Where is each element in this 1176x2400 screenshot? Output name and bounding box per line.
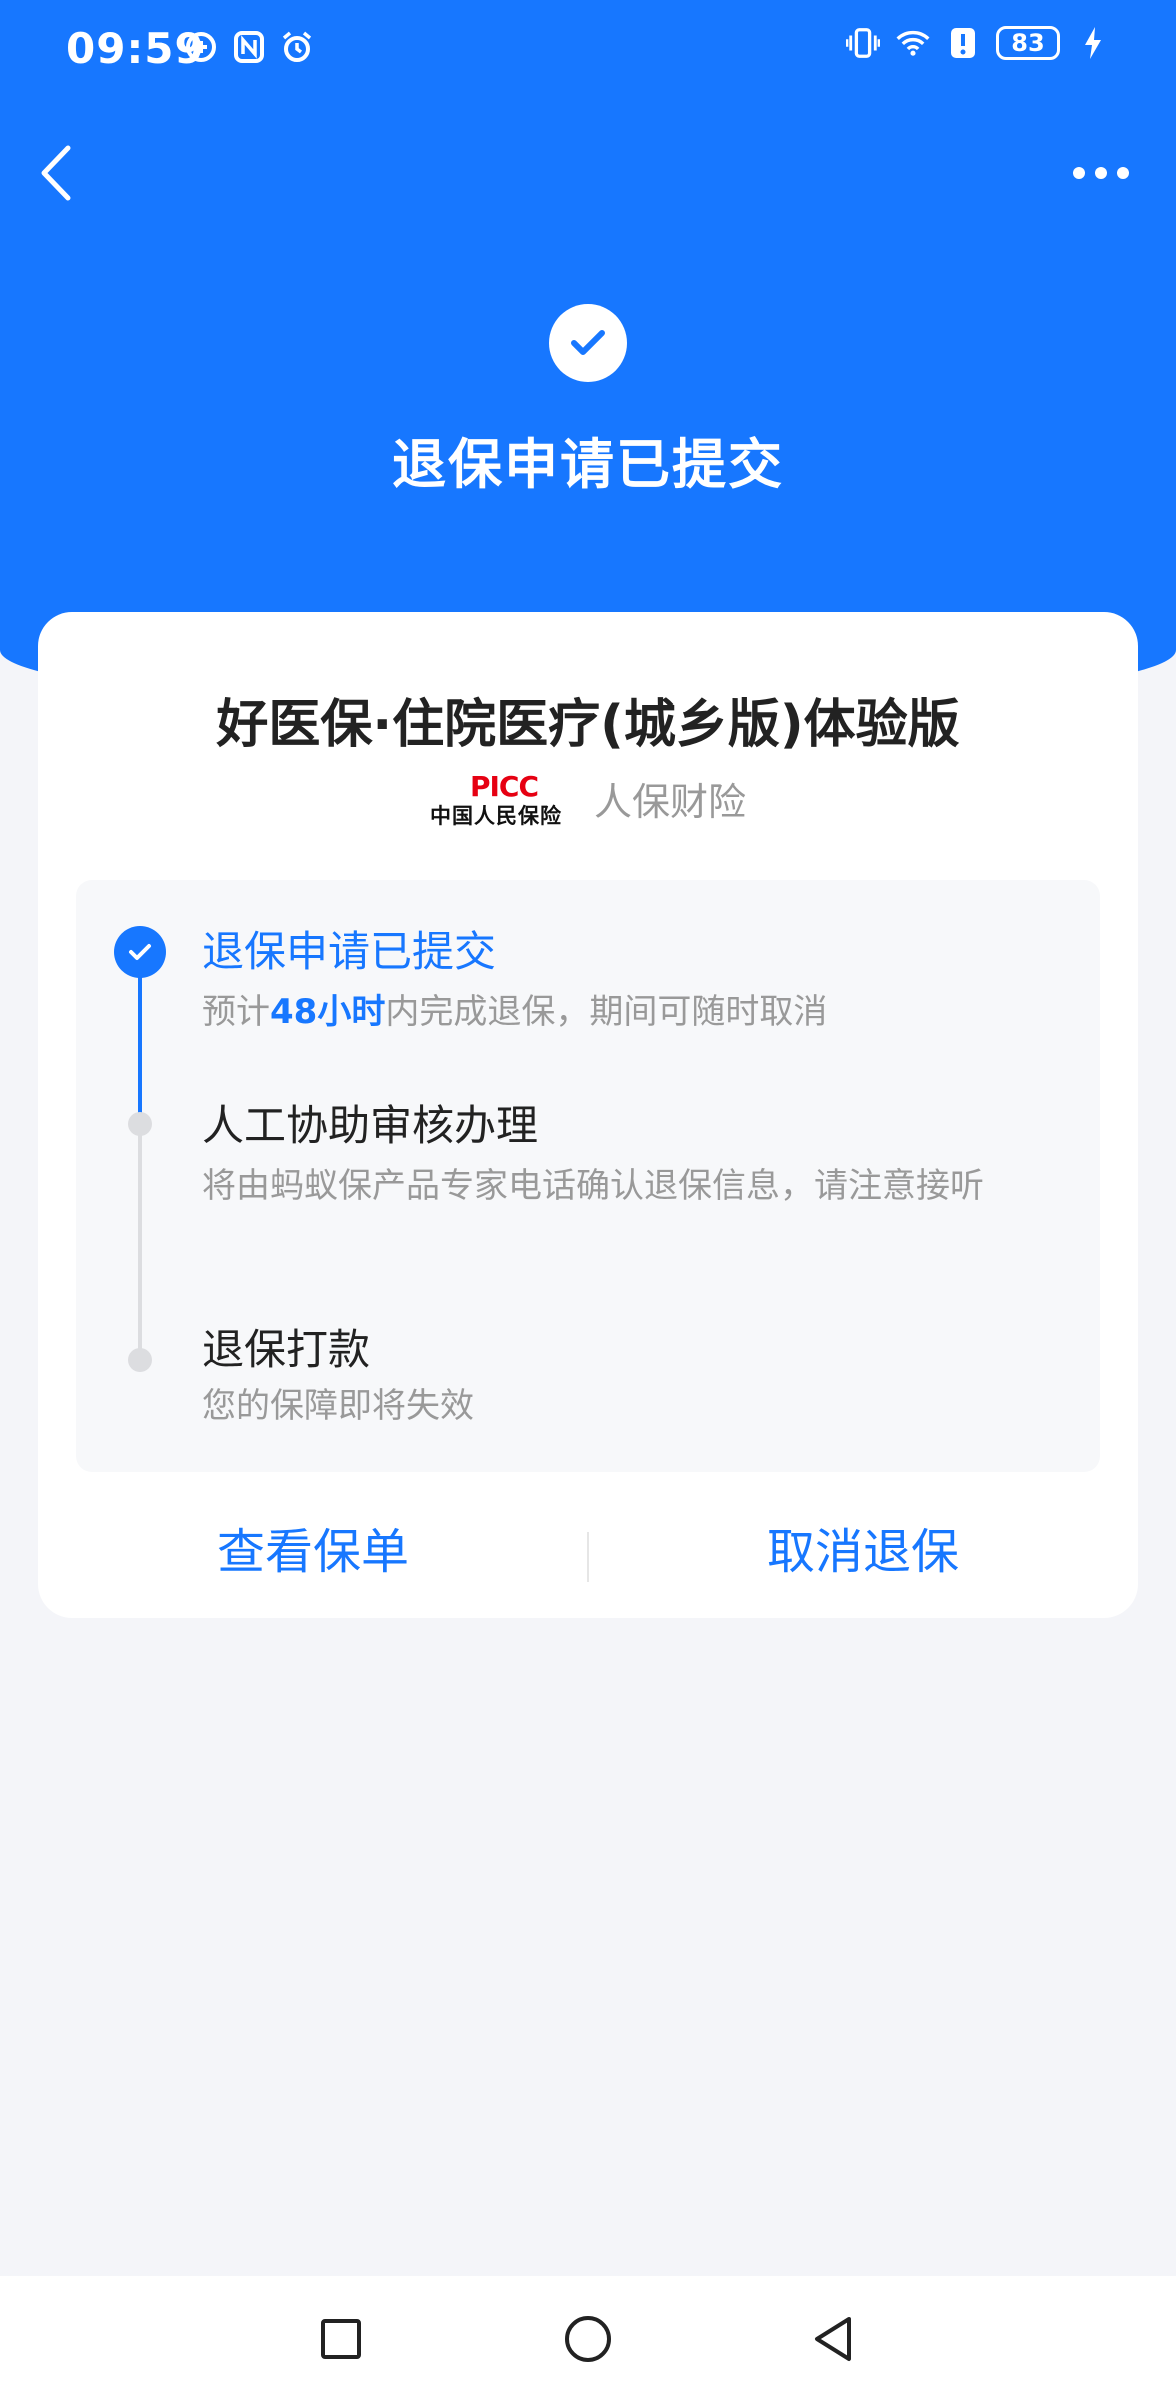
home-button[interactable] (563, 2314, 613, 2364)
alert-icon (946, 26, 980, 60)
step-desc: 将由蚂蚁保产品专家电话确认退保信息，请注意接听 (202, 1166, 984, 1206)
timeline-line-done (138, 976, 142, 1124)
step-done-check-icon (114, 926, 166, 978)
charging-icon (1076, 26, 1110, 60)
page-title: 退保申请已提交 (392, 433, 784, 496)
picc-logo-bottom: 中国人民保险 (429, 804, 562, 828)
timeline-line-pending (138, 1124, 142, 1360)
recents-button[interactable] (316, 2314, 366, 2364)
view-policy-button[interactable]: 查看保单 (38, 1512, 588, 1592)
system-nav-bar (0, 2276, 1176, 2400)
card-actions: 查看保单 取消退保 (38, 1512, 1138, 1592)
more-dot-icon (1073, 167, 1085, 179)
more-button[interactable] (1066, 148, 1136, 198)
back-button[interactable] (30, 138, 90, 208)
chevron-left-icon (41, 145, 71, 201)
more-dot-icon (1095, 167, 1107, 179)
triangle-back-icon (815, 2317, 851, 2361)
picc-logo-top: PICC (469, 770, 539, 803)
step-pending-dot-icon (128, 1112, 152, 1136)
step-title: 退保申请已提交 (202, 927, 497, 976)
insurer-info: PICC 中国人民保险 人保财险 (38, 770, 1138, 828)
battery-indicator: 83 (996, 26, 1060, 60)
vibrate-icon (846, 26, 880, 60)
step-desc: 预计48小时内完成退保，期间可随时取消 (202, 992, 828, 1032)
step-desc: 您的保障即将失效 (202, 1386, 474, 1426)
data-saver-icon (184, 30, 218, 64)
progress-timeline: 退保申请已提交 预计48小时内完成退保，期间可随时取消 人工协助审核办理 将由蚂… (76, 880, 1100, 1472)
square-icon (321, 2319, 361, 2359)
wifi-icon (896, 26, 930, 60)
more-dot-icon (1117, 167, 1129, 179)
status-bar: 09:59 83 (0, 0, 1176, 100)
product-name: 好医保·住院医疗(城乡版)体验版 (216, 695, 960, 755)
surrender-card: 好医保·住院医疗(城乡版)体验版 PICC 中国人民保险 人保财险 退保申请已提… (38, 612, 1138, 1618)
step-title: 退保打款 (202, 1325, 371, 1374)
step-pending-dot-icon (128, 1348, 152, 1372)
picc-logo: PICC 中国人民保险 (430, 770, 578, 828)
nfc-icon (232, 30, 266, 64)
step-title: 人工协助审核办理 (202, 1101, 539, 1150)
insurer-name: 人保财险 (593, 779, 746, 824)
cancel-surrender-button[interactable]: 取消退保 (588, 1512, 1138, 1592)
success-check-icon (549, 304, 627, 382)
alarm-icon (280, 30, 314, 64)
back-nav-button[interactable] (808, 2314, 858, 2364)
circle-icon (565, 2316, 611, 2362)
nav-bar (0, 130, 1176, 210)
